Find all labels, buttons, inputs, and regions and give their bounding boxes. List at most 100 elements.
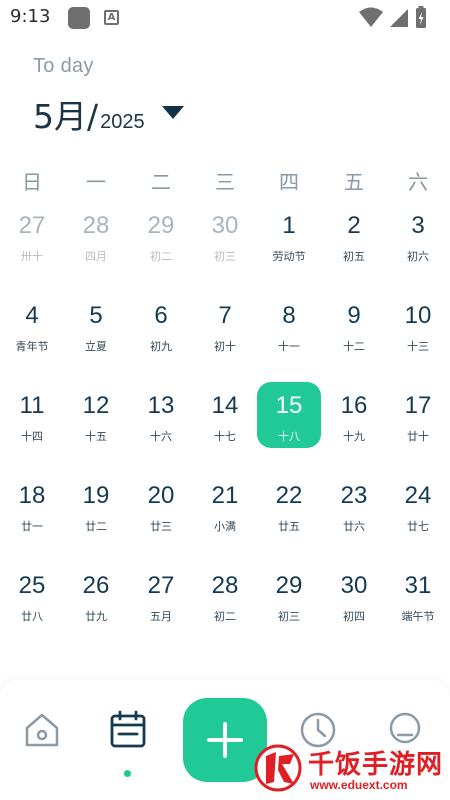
lunar-date-label: 立夏 <box>85 340 107 353</box>
month-year-selector[interactable]: 5月/ 2025 <box>33 90 145 138</box>
lunar-date-label: 十四 <box>21 430 43 443</box>
day-cell[interactable]: 28 初二 <box>193 562 257 628</box>
day-number: 22 <box>275 482 303 509</box>
weekday-label: 四 <box>279 170 299 194</box>
day-cell[interactable]: 22 廿五 <box>257 472 321 538</box>
lunar-date-label: 廿二 <box>85 520 107 533</box>
lunar-date-label: 廿一 <box>21 520 43 533</box>
day-number: 30 <box>340 572 368 599</box>
wifi-icon <box>359 7 383 27</box>
watermark: 千饭手游网 www.eduext.com <box>252 740 448 796</box>
lunar-date-label: 初二 <box>214 610 236 623</box>
lunar-date-label: 十二 <box>343 340 365 353</box>
watermark-logo-icon <box>254 744 302 792</box>
lunar-date-label: 十六 <box>150 430 172 443</box>
lunar-date-label: 廿九 <box>85 610 107 623</box>
lunar-date-label: 十九 <box>343 430 365 443</box>
day-cell[interactable]: 20 廿三 <box>129 472 193 538</box>
day-cell[interactable]: 2 初五 <box>322 202 386 268</box>
day-cell[interactable]: 8 十一 <box>257 292 321 358</box>
day-cell[interactable]: 30 初四 <box>322 562 386 628</box>
day-cell[interactable]: 23 廿六 <box>322 472 386 538</box>
day-number: 7 <box>218 302 232 329</box>
day-number: 27 <box>147 572 175 599</box>
day-cell[interactable]: 5 立夏 <box>64 292 128 358</box>
lunar-date-label: 廿六 <box>343 520 365 533</box>
day-cell-selected[interactable]: 15 十八 <box>257 382 321 448</box>
lunar-date-label: 青年节 <box>15 340 49 353</box>
day-cell[interactable]: 31 端午节 <box>386 562 450 628</box>
day-number: 18 <box>18 482 46 509</box>
day-number: 28 <box>82 212 110 239</box>
weekday-label: 二 <box>151 170 171 194</box>
day-number: 25 <box>18 572 46 599</box>
lunar-date-label: 端午节 <box>401 610 435 623</box>
lunar-date-label: 廿五 <box>278 520 300 533</box>
lunar-date-label: 初九 <box>150 340 172 353</box>
lunar-date-label: 劳动节 <box>272 250 306 263</box>
day-cell[interactable]: 29 初三 <box>257 562 321 628</box>
day-cell[interactable]: 11 十四 <box>0 382 64 448</box>
day-cell[interactable]: 12 十五 <box>64 382 128 448</box>
lunar-date-label: 廿七 <box>407 520 429 533</box>
day-number: 8 <box>282 302 296 329</box>
lunar-date-label: 初四 <box>343 610 365 623</box>
day-number: 26 <box>82 572 110 599</box>
day-cell[interactable]: 27 五月 <box>129 562 193 628</box>
day-number: 21 <box>211 482 239 509</box>
day-number: 15 <box>275 392 303 419</box>
day-cell[interactable]: 14 十七 <box>193 382 257 448</box>
day-cell[interactable]: 4 青年节 <box>0 292 64 358</box>
day-cell[interactable]: 13 十六 <box>129 382 193 448</box>
day-cell[interactable]: 21 小满 <box>193 472 257 538</box>
day-cell[interactable]: 25 廿八 <box>0 562 64 628</box>
day-cell[interactable]: 24 廿七 <box>386 472 450 538</box>
lunar-date-label: 十八 <box>278 430 300 443</box>
weekday-label: 三 <box>215 170 235 194</box>
today-label[interactable]: To day <box>33 55 94 78</box>
home-icon[interactable] <box>22 710 62 750</box>
day-number: 17 <box>404 392 432 419</box>
day-number: 4 <box>25 302 39 329</box>
day-number: 24 <box>404 482 432 509</box>
lunar-date-label: 四月 <box>85 250 107 263</box>
day-cell[interactable]: 16 十九 <box>322 382 386 448</box>
lunar-date-label: 廿十 <box>407 430 429 443</box>
lunar-date-label: 小满 <box>214 520 236 533</box>
day-number: 29 <box>275 572 303 599</box>
day-cell[interactable]: 10 十三 <box>386 292 450 358</box>
day-number: 20 <box>147 482 175 509</box>
calendar-icon[interactable] <box>108 710 148 750</box>
day-cell[interactable]: 18 廿一 <box>0 472 64 538</box>
day-cell[interactable]: 1 劳动节 <box>257 202 321 268</box>
day-cell[interactable]: 26 廿九 <box>64 562 128 628</box>
battery-charging-icon <box>416 6 426 28</box>
day-number: 12 <box>82 392 110 419</box>
day-cell[interactable]: 6 初九 <box>129 292 193 358</box>
weekday-label: 一 <box>86 170 106 194</box>
lunar-date-label: 十三 <box>407 340 429 353</box>
day-cell[interactable]: 27 卅十 <box>0 202 64 268</box>
day-cell[interactable]: 30 初三 <box>193 202 257 268</box>
day-number: 1 <box>282 212 296 239</box>
day-number: 13 <box>147 392 175 419</box>
day-number: 16 <box>340 392 368 419</box>
day-number: 5 <box>89 302 103 329</box>
watermark-url: www.eduext.com <box>310 778 408 792</box>
day-cell[interactable]: 28 四月 <box>64 202 128 268</box>
status-icons <box>358 6 438 30</box>
day-cell[interactable]: 7 初十 <box>193 292 257 358</box>
status-time: 9:13 <box>10 6 51 27</box>
day-cell[interactable]: 3 初六 <box>386 202 450 268</box>
year-label: 2025 <box>100 111 145 133</box>
day-cell[interactable]: 19 廿二 <box>64 472 128 538</box>
day-number: 14 <box>211 392 239 419</box>
day-cell[interactable]: 29 初二 <box>129 202 193 268</box>
lunar-date-label: 廿三 <box>150 520 172 533</box>
day-number: 23 <box>340 482 368 509</box>
day-cell[interactable]: 9 十二 <box>322 292 386 358</box>
weekday-label: 日 <box>22 170 42 194</box>
day-number: 10 <box>404 302 432 329</box>
caret-down-icon[interactable] <box>161 104 185 120</box>
day-cell[interactable]: 17 廿十 <box>386 382 450 448</box>
